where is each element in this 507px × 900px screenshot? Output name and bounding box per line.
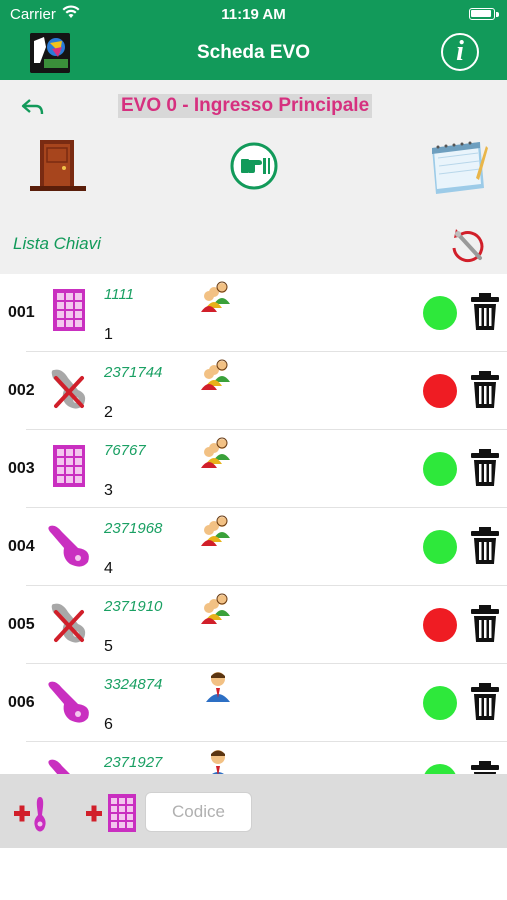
key-code: 3324874 <box>104 676 163 693</box>
key-index: 4 <box>104 560 113 577</box>
key-code: 2371968 <box>104 520 163 537</box>
status-indicator[interactable] <box>423 764 457 774</box>
clock: 11:19 AM <box>221 6 286 23</box>
back-arrow-icon[interactable] <box>20 96 46 118</box>
sync-reset-icon[interactable] <box>446 226 488 266</box>
group-users-icon[interactable] <box>200 280 236 314</box>
code-input[interactable]: Codice <box>145 792 252 832</box>
key-number: 005 <box>8 616 35 633</box>
key-row[interactable]: 001 1111 1 <box>0 274 507 352</box>
trash-icon[interactable] <box>469 448 501 488</box>
trash-icon[interactable] <box>469 682 501 722</box>
key-code: 1111 <box>104 286 135 303</box>
key-list-label: Lista Chiavi <box>13 234 101 253</box>
status-indicator[interactable] <box>423 452 457 486</box>
key-row[interactable]: 002 2371744 2 <box>0 352 507 430</box>
key-number: 002 <box>8 382 35 399</box>
key-index: 2 <box>104 404 113 421</box>
key-row[interactable]: 004 2371968 4 <box>0 508 507 586</box>
key-fob-icon <box>44 676 94 726</box>
open-door-hand-icon[interactable] <box>229 141 279 191</box>
battery-icon <box>469 8 495 20</box>
key-code: 2371744 <box>104 364 163 381</box>
screen-title: Scheda EVO <box>197 42 310 63</box>
keypad-icon <box>44 442 94 492</box>
key-index: 6 <box>104 716 113 733</box>
trash-icon[interactable] <box>469 292 501 332</box>
nav-bar: Scheda EVO i <box>0 28 507 80</box>
footer-toolbar: Codice <box>0 774 507 848</box>
key-number: 004 <box>8 538 35 555</box>
status-bar: Carrier 11:19 AM <box>0 0 507 28</box>
key-code: 76767 <box>104 442 146 459</box>
single-user-icon[interactable] <box>200 748 236 774</box>
status-indicator[interactable] <box>423 686 457 720</box>
group-users-icon[interactable] <box>200 436 236 470</box>
key-list: 001 1111 1 002 2371744 2 003 76767 3 004 2371968 4 0… <box>0 274 507 774</box>
status-indicator[interactable] <box>423 296 457 330</box>
disabled-key-icon <box>44 598 94 648</box>
key-fob-icon <box>44 754 94 774</box>
door-icon[interactable] <box>28 138 88 192</box>
evo-header: EVO 0 - Ingresso Principale Lista Chiavi <box>0 80 507 274</box>
status-indicator[interactable] <box>423 530 457 564</box>
status-indicator[interactable] <box>423 374 457 408</box>
key-row[interactable]: 2371927 <box>0 742 507 774</box>
group-users-icon[interactable] <box>200 592 236 626</box>
key-row[interactable]: 005 2371910 5 <box>0 586 507 664</box>
key-index: 5 <box>104 638 113 655</box>
key-index: 1 <box>104 326 113 343</box>
add-key-fob-button[interactable] <box>12 793 56 835</box>
single-user-icon[interactable] <box>200 670 236 704</box>
trash-icon[interactable] <box>469 604 501 644</box>
key-fob-icon <box>44 520 94 570</box>
group-users-icon[interactable] <box>200 514 236 548</box>
bottom-area <box>0 848 507 900</box>
info-button[interactable]: i <box>441 33 479 71</box>
key-code: 2371910 <box>104 598 163 615</box>
group-users-icon[interactable] <box>200 358 236 392</box>
evo-title: EVO 0 - Ingresso Principale <box>118 94 373 118</box>
key-row[interactable]: 006 3324874 6 <box>0 664 507 742</box>
status-indicator[interactable] <box>423 608 457 642</box>
key-code: 2371927 <box>104 754 163 771</box>
trash-icon[interactable] <box>469 370 501 410</box>
battery-tip <box>496 12 499 17</box>
notepad-icon[interactable] <box>424 138 488 196</box>
key-number: 001 <box>8 304 35 321</box>
disabled-key-icon <box>44 364 94 414</box>
key-row[interactable]: 003 76767 3 <box>0 430 507 508</box>
add-keypad-code-button[interactable] <box>84 791 138 835</box>
key-number: 003 <box>8 460 35 477</box>
key-number: 006 <box>8 694 35 711</box>
key-index: 3 <box>104 482 113 499</box>
trash-icon[interactable] <box>469 760 501 774</box>
trash-icon[interactable] <box>469 526 501 566</box>
keypad-icon <box>44 286 94 336</box>
